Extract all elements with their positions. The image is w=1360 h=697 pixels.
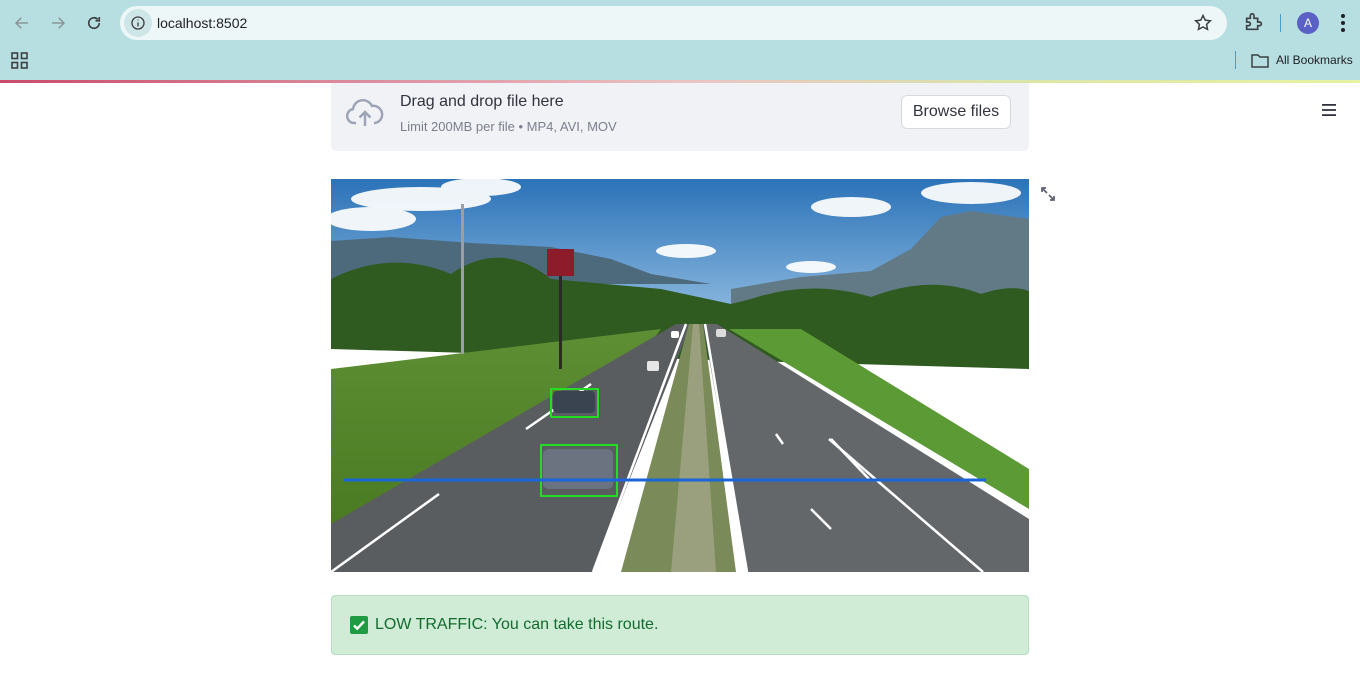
- dropzone-limit-text: Limit 200MB per file • MP4, AVI, MOV: [400, 119, 617, 134]
- dropzone-title: Drag and drop file here: [400, 93, 564, 110]
- apps-grid-icon[interactable]: [11, 52, 28, 69]
- browser-toolbar: localhost:8502 A All Bookmarks: [0, 0, 1360, 80]
- browse-files-button[interactable]: Browse files: [901, 95, 1011, 129]
- address-bar[interactable]: localhost:8502: [120, 6, 1227, 40]
- back-arrow-icon: [14, 17, 28, 29]
- chrome-menu-icon[interactable]: [1334, 12, 1352, 34]
- url-text: localhost:8502: [157, 15, 248, 31]
- forward-button[interactable]: [45, 10, 71, 36]
- alert-message: LOW TRAFFIC: You can take this route.: [375, 616, 659, 633]
- reload-icon: [87, 16, 101, 30]
- sign-board: [547, 249, 574, 276]
- folder-icon: [1251, 53, 1269, 68]
- cloud-upload-icon: [346, 99, 384, 126]
- bookmarks-divider: [1235, 51, 1236, 69]
- hamburger-menu-icon[interactable]: [1321, 102, 1337, 118]
- fullscreen-icon[interactable]: [1040, 186, 1056, 202]
- all-bookmarks-button[interactable]: All Bookmarks: [1251, 51, 1353, 69]
- file-uploader-dropzone[interactable]: Drag and drop file here Limit 200MB per …: [331, 83, 1029, 151]
- traffic-status-alert: LOW TRAFFIC: You can take this route.: [331, 595, 1029, 655]
- reload-button[interactable]: [81, 10, 107, 36]
- light-pole: [461, 204, 464, 354]
- site-info-button[interactable]: [124, 9, 152, 37]
- profile-avatar[interactable]: A: [1297, 12, 1319, 34]
- extensions-icon[interactable]: [1243, 11, 1265, 33]
- sign-pole: [559, 274, 562, 369]
- toolbar-divider: [1280, 14, 1281, 32]
- star-icon[interactable]: [1193, 13, 1213, 33]
- back-button[interactable]: [9, 10, 35, 36]
- check-mark-icon: [350, 616, 368, 634]
- forward-arrow-icon: [52, 17, 66, 29]
- video-frame: [331, 179, 1029, 572]
- all-bookmarks-label: All Bookmarks: [1276, 53, 1353, 67]
- traffic-video-image: [331, 179, 1029, 572]
- site-info-icon: [131, 16, 145, 30]
